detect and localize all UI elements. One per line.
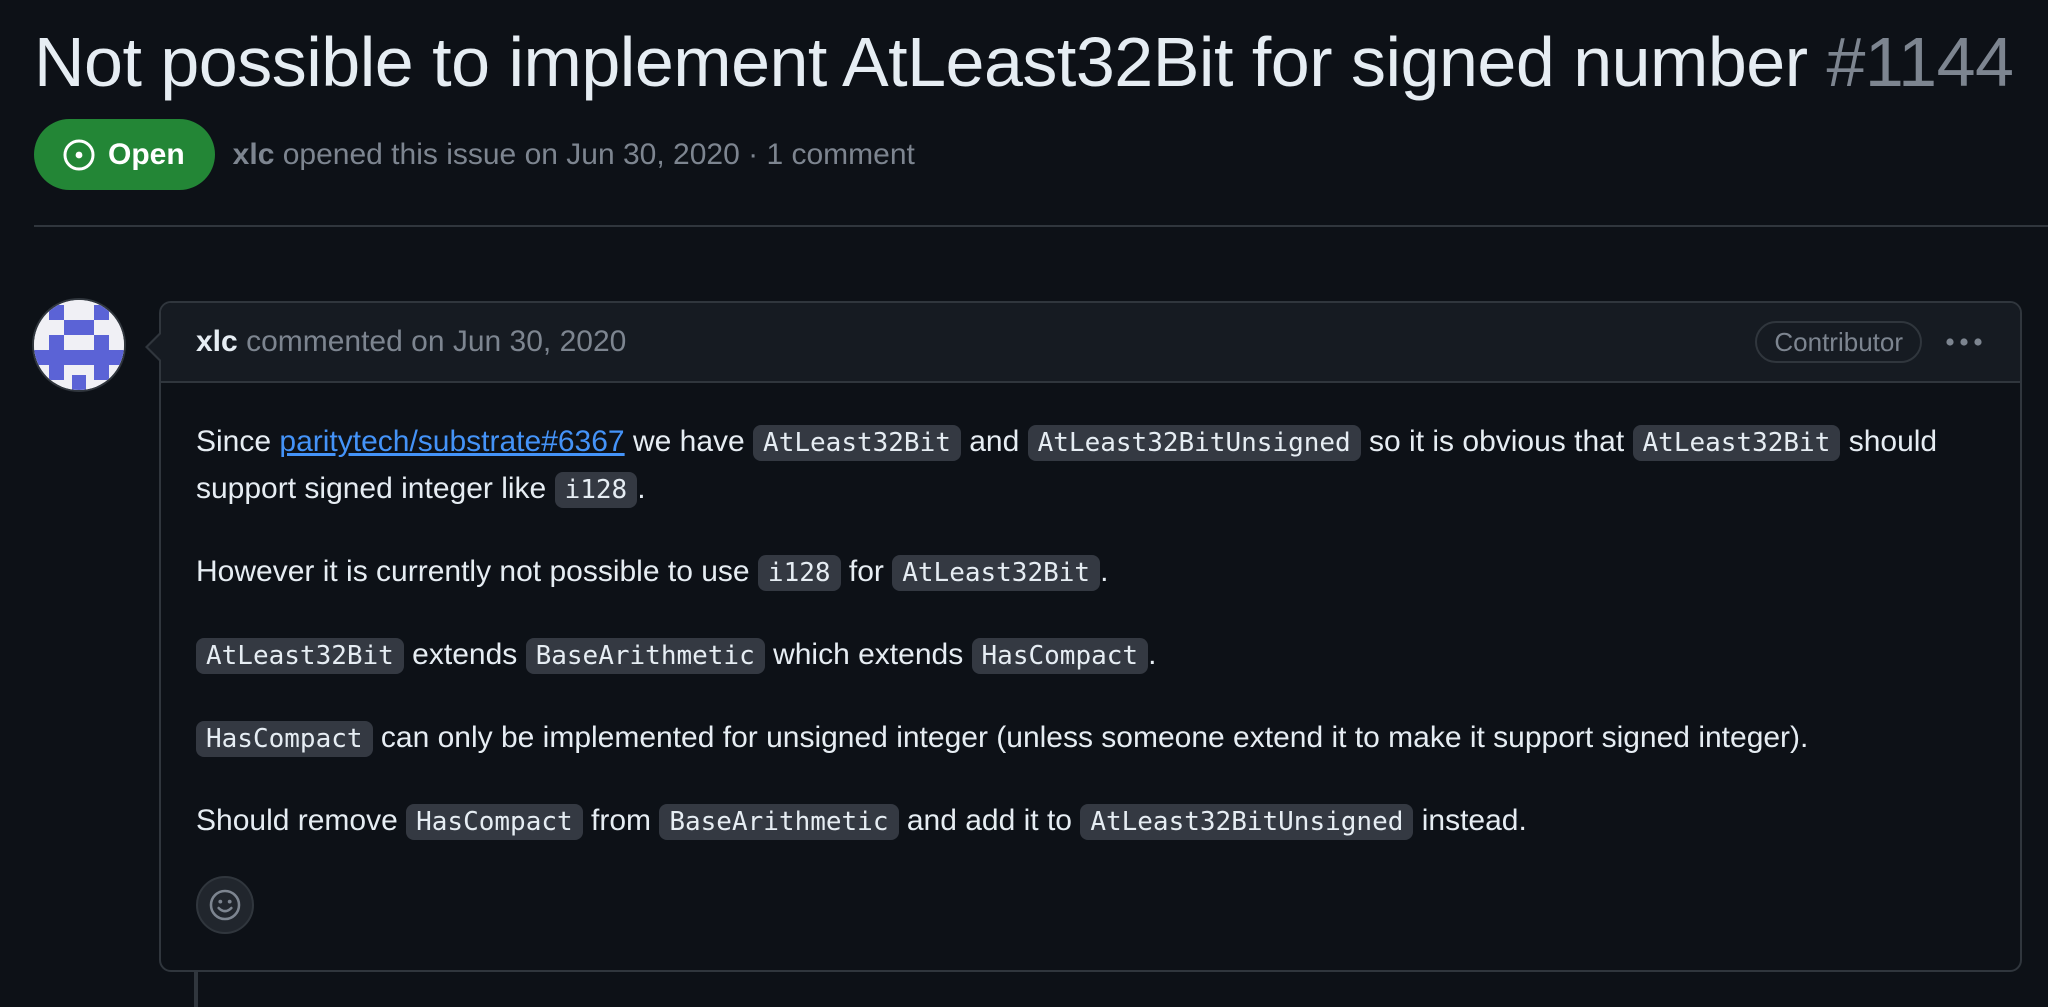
timeline-line xyxy=(194,972,198,1007)
inline-code: BaseArithmetic xyxy=(525,638,765,674)
issue-title-text: Not possible to implement AtLeast32Bit f… xyxy=(34,23,1808,101)
issue-page: Not possible to implement AtLeast32Bit f… xyxy=(0,0,2048,1007)
text-fragment: and add it to xyxy=(898,804,1081,837)
comment-paragraph-5: Should remove HasCompact from BaseArithm… xyxy=(196,798,1985,845)
issue-number: #1144 xyxy=(1826,23,2014,101)
issue-author-link[interactable]: xlc xyxy=(233,138,275,171)
issue-meta: Open xlc opened this issue on Jun 30, 20… xyxy=(34,119,915,190)
inline-code: AtLeast32BitUnsigned xyxy=(1080,804,1414,840)
text-fragment: from xyxy=(582,804,660,837)
issue-state-label: Open xyxy=(108,137,185,171)
text-fragment: can only be implemented for unsigned int… xyxy=(372,721,1809,754)
comment-paragraph-2: However it is currently not possible to … xyxy=(196,549,1985,596)
inline-code: AtLeast32Bit xyxy=(196,638,404,674)
text-fragment: . xyxy=(1148,638,1157,671)
comment-header-text: xlc commented on Jun 30, 2020 xyxy=(196,325,626,359)
text-fragment: for xyxy=(840,555,893,588)
text-fragment: instead. xyxy=(1413,804,1527,837)
smiley-icon xyxy=(209,889,241,921)
text-fragment: Should remove xyxy=(196,804,407,837)
issue-state-badge: Open xyxy=(34,119,215,190)
issue-meta-text: xlc opened this issue on Jun 30, 2020 · … xyxy=(233,138,915,172)
inline-code: i128 xyxy=(757,555,841,591)
add-reaction-button[interactable] xyxy=(196,876,254,934)
comment-paragraph-1: Since paritytech/substrate#6367 we have … xyxy=(196,419,1985,513)
comment-box: xlc commented on Jun 30, 2020 Contributo… xyxy=(145,301,2022,972)
comment-timestamp-link[interactable]: commented on Jun 30, 2020 xyxy=(246,325,626,358)
text-fragment: which extends xyxy=(764,638,972,671)
comment-count: 1 comment xyxy=(766,137,915,171)
inline-code: AtLeast32Bit xyxy=(892,555,1101,591)
inline-code: AtLeast32BitUnsigned xyxy=(1027,425,1361,461)
inline-code: AtLeast32Bit xyxy=(1632,425,1841,461)
inline-code: AtLeast32Bit xyxy=(753,425,961,461)
avatar[interactable] xyxy=(34,300,124,390)
comment-pointer xyxy=(145,331,162,363)
comment-header: xlc commented on Jun 30, 2020 Contributo… xyxy=(161,303,2020,383)
identicon-image xyxy=(34,300,124,390)
text-fragment: extends xyxy=(403,638,526,671)
text-fragment: . xyxy=(1100,555,1109,588)
comment-paragraph-4: HasCompact can only be implemented for u… xyxy=(196,715,1985,762)
inline-code: i128 xyxy=(554,472,638,508)
comment-paragraph-3: AtLeast32Bit extends BaseArithmetic whic… xyxy=(196,632,1985,679)
text-fragment: Since xyxy=(196,425,280,458)
comment-menu-button[interactable] xyxy=(1944,322,1984,362)
inline-code: HasCompact xyxy=(196,721,373,757)
linked-issue-link[interactable]: paritytech/substrate#6367 xyxy=(279,425,624,458)
comment-body: Since paritytech/substrate#6367 we have … xyxy=(161,383,2020,845)
issue-title: Not possible to implement AtLeast32Bit f… xyxy=(34,14,2014,110)
inline-code: BaseArithmetic xyxy=(659,804,899,840)
meta-separator: · xyxy=(748,137,759,171)
inline-code: HasCompact xyxy=(406,804,583,840)
text-fragment: and xyxy=(960,425,1028,458)
text-fragment: so it is obvious that xyxy=(1360,425,1633,458)
text-fragment: However it is currently not possible to … xyxy=(196,555,758,588)
issue-opened-icon xyxy=(63,138,95,171)
header-divider xyxy=(34,225,2048,227)
inline-code: HasCompact xyxy=(971,638,1149,674)
role-badge: Contributor xyxy=(1755,321,1922,363)
issue-opened-text: opened this issue on Jun 30, 2020 xyxy=(282,137,740,171)
kebab-horizontal-icon xyxy=(1946,338,1982,346)
comment-author-link[interactable]: xlc xyxy=(196,325,238,358)
text-fragment: we have xyxy=(624,425,754,458)
text-fragment: . xyxy=(637,472,646,505)
